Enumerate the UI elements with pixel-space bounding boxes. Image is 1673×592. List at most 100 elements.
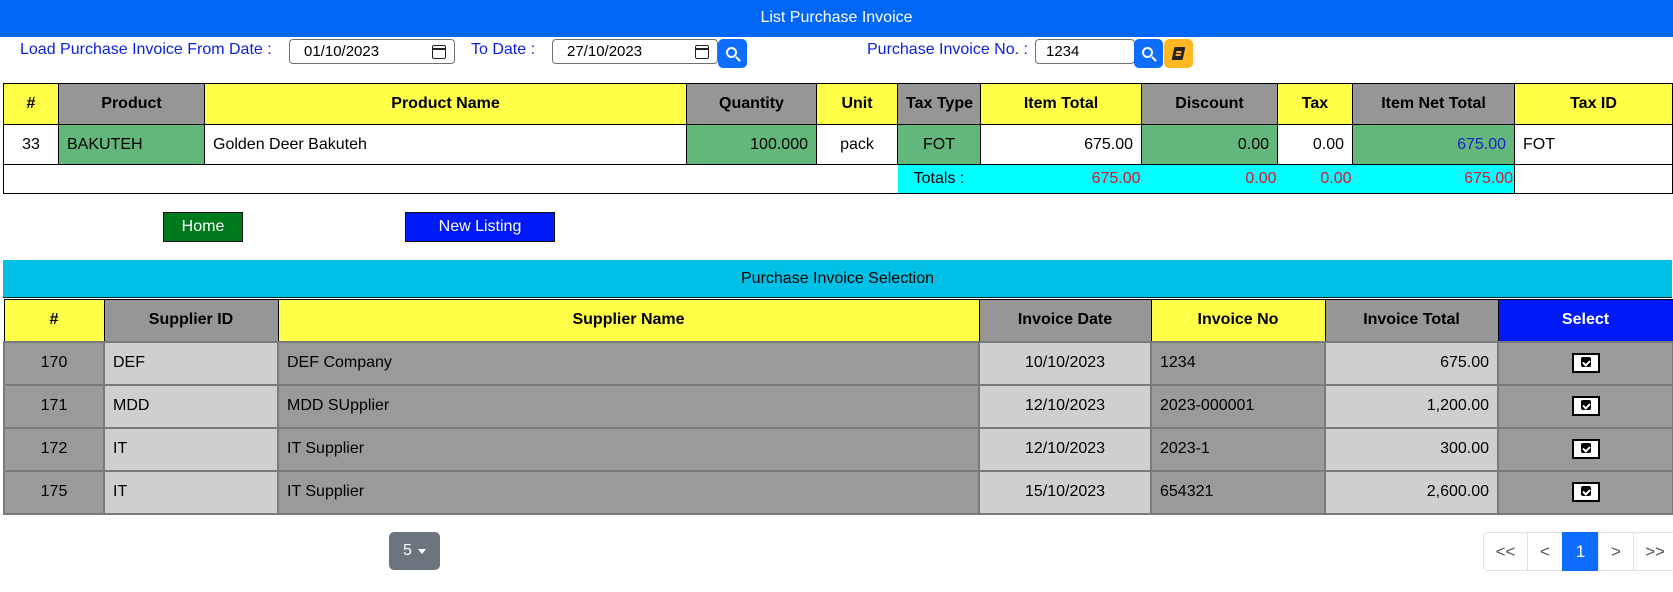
item-discount: 0.00 xyxy=(1141,124,1278,165)
item-unit: pack xyxy=(816,124,898,165)
row-index: 170 xyxy=(3,340,105,386)
row-select-cell xyxy=(1497,469,1673,515)
col-header: Supplier ID xyxy=(103,299,279,342)
page-1-button[interactable]: 1 xyxy=(1562,532,1599,571)
page-next-button[interactable]: > xyxy=(1598,532,1634,571)
from-date-label: Load Purchase Invoice From Date : xyxy=(20,41,272,58)
checked-checkbox-icon[interactable] xyxy=(1571,396,1600,416)
page-size-dropdown[interactable]: 5 xyxy=(389,532,440,570)
selection-header-row: # Supplier ID Supplier Name Invoice Date… xyxy=(3,299,1673,342)
totals-item-total: 675.00 xyxy=(980,164,1142,194)
item-quantity: 100.000 xyxy=(686,124,817,165)
row-invoice-total: 2,600.00 xyxy=(1324,469,1499,515)
col-header: Invoice Total xyxy=(1324,299,1499,342)
item-tax-type: FOT xyxy=(897,124,981,165)
checked-checkbox-icon[interactable] xyxy=(1571,482,1600,502)
row-supplier-id: IT xyxy=(103,469,279,515)
calendar-icon[interactable] xyxy=(432,44,446,59)
row-invoice-total: 1,200.00 xyxy=(1324,383,1499,429)
row-supplier-name: IT Supplier xyxy=(277,426,980,472)
from-date-value: 01/10/2023 xyxy=(304,43,380,60)
item-product: BAKUTEH xyxy=(58,124,205,165)
row-invoice-no: 2023-000001 xyxy=(1150,383,1326,429)
row-invoice-no: 2023-1 xyxy=(1150,426,1326,472)
item-product-name: Golden Deer Bakuteh xyxy=(204,124,687,165)
row-index: 172 xyxy=(3,426,105,472)
date-search-button[interactable] xyxy=(718,39,747,68)
selection-title: Purchase Invoice Selection xyxy=(3,260,1672,298)
row-index: 171 xyxy=(3,383,105,429)
filter-bar: Load Purchase Invoice From Date : 01/10/… xyxy=(0,37,1673,82)
totals-empty xyxy=(1514,164,1673,194)
checked-checkbox-icon[interactable] xyxy=(1571,353,1600,373)
totals-label: Totals : xyxy=(897,164,981,194)
totals-tax: 0.00 xyxy=(1277,164,1353,194)
row-invoice-date: 12/10/2023 xyxy=(978,383,1152,429)
home-button[interactable]: Home xyxy=(163,212,243,242)
col-header: Invoice Date xyxy=(978,299,1152,342)
search-icon xyxy=(726,47,737,58)
invoice-search-button[interactable] xyxy=(1134,39,1163,68)
table-row[interactable]: 170 DEF DEF Company 10/10/2023 1234 675.… xyxy=(3,340,1673,386)
item-net-total: 675.00 xyxy=(1352,124,1515,165)
col-header: Tax xyxy=(1277,83,1353,125)
row-supplier-id: IT xyxy=(103,426,279,472)
checked-checkbox-icon[interactable] xyxy=(1571,439,1600,459)
totals-row: Totals : 675.00 0.00 0.00 675.00 xyxy=(3,164,1673,194)
row-select-cell xyxy=(1497,426,1673,472)
row-supplier-name: IT Supplier xyxy=(277,469,980,515)
items-header-row: # Product Product Name Quantity Unit Tax… xyxy=(3,83,1673,125)
table-row[interactable]: 33 BAKUTEH Golden Deer Bakuteh 100.000 p… xyxy=(3,124,1673,165)
col-header: Product xyxy=(58,83,205,125)
item-tax-id: FOT xyxy=(1514,124,1673,165)
item-total: 675.00 xyxy=(980,124,1142,165)
row-supplier-name: MDD SUpplier xyxy=(277,383,980,429)
calendar-icon[interactable] xyxy=(695,44,709,59)
table-row[interactable]: 172 IT IT Supplier 12/10/2023 2023-1 300… xyxy=(3,426,1673,472)
totals-net-total: 675.00 xyxy=(1352,164,1515,194)
col-header: # xyxy=(3,299,105,342)
col-header: Tax Type xyxy=(897,83,981,125)
new-listing-button[interactable]: New Listing xyxy=(405,212,555,242)
search-icon xyxy=(1142,47,1153,58)
row-index: 175 xyxy=(3,469,105,515)
row-supplier-name: DEF Company xyxy=(277,340,980,386)
page-prev-button[interactable]: < xyxy=(1527,532,1563,571)
col-header: Quantity xyxy=(686,83,817,125)
table-row[interactable]: 171 MDD MDD SUpplier 12/10/2023 2023-000… xyxy=(3,383,1673,429)
caret-down-icon xyxy=(417,548,426,554)
book-button[interactable] xyxy=(1164,39,1193,68)
row-supplier-id: DEF xyxy=(103,340,279,386)
col-header: Discount xyxy=(1141,83,1278,125)
row-invoice-no: 1234 xyxy=(1150,340,1326,386)
row-select-cell xyxy=(1497,340,1673,386)
to-date-label: To Date : xyxy=(471,41,536,58)
from-date-input[interactable]: 01/10/2023 xyxy=(289,39,455,64)
row-invoice-date: 12/10/2023 xyxy=(978,426,1152,472)
page-title: List Purchase Invoice xyxy=(0,0,1673,37)
row-invoice-total: 675.00 xyxy=(1324,340,1499,386)
totals-spacer xyxy=(3,164,898,194)
col-header: Supplier Name xyxy=(277,299,980,342)
row-invoice-no: 654321 xyxy=(1150,469,1326,515)
invoice-items-table: # Product Product Name Quantity Unit Tax… xyxy=(3,83,1673,194)
col-header: Select xyxy=(1497,299,1673,342)
to-date-input[interactable]: 27/10/2023 xyxy=(552,39,718,64)
totals-discount: 0.00 xyxy=(1141,164,1278,194)
col-header: Product Name xyxy=(204,83,687,125)
row-invoice-date: 15/10/2023 xyxy=(978,469,1152,515)
row-select-cell xyxy=(1497,383,1673,429)
to-date-value: 27/10/2023 xyxy=(567,43,643,60)
item-tax: 0.00 xyxy=(1277,124,1353,165)
col-header: Tax ID xyxy=(1514,83,1673,125)
row-supplier-id: MDD xyxy=(103,383,279,429)
row-invoice-date: 10/10/2023 xyxy=(978,340,1152,386)
page-last-button[interactable]: >> xyxy=(1633,532,1673,571)
col-header: # xyxy=(3,83,59,125)
table-row[interactable]: 175 IT IT Supplier 15/10/2023 654321 2,6… xyxy=(3,469,1673,515)
row-invoice-total: 300.00 xyxy=(1324,426,1499,472)
invoice-no-input[interactable]: 1234 xyxy=(1035,39,1135,64)
book-icon xyxy=(1171,47,1186,60)
col-header: Unit xyxy=(816,83,898,125)
page-first-button[interactable]: << xyxy=(1483,532,1528,571)
